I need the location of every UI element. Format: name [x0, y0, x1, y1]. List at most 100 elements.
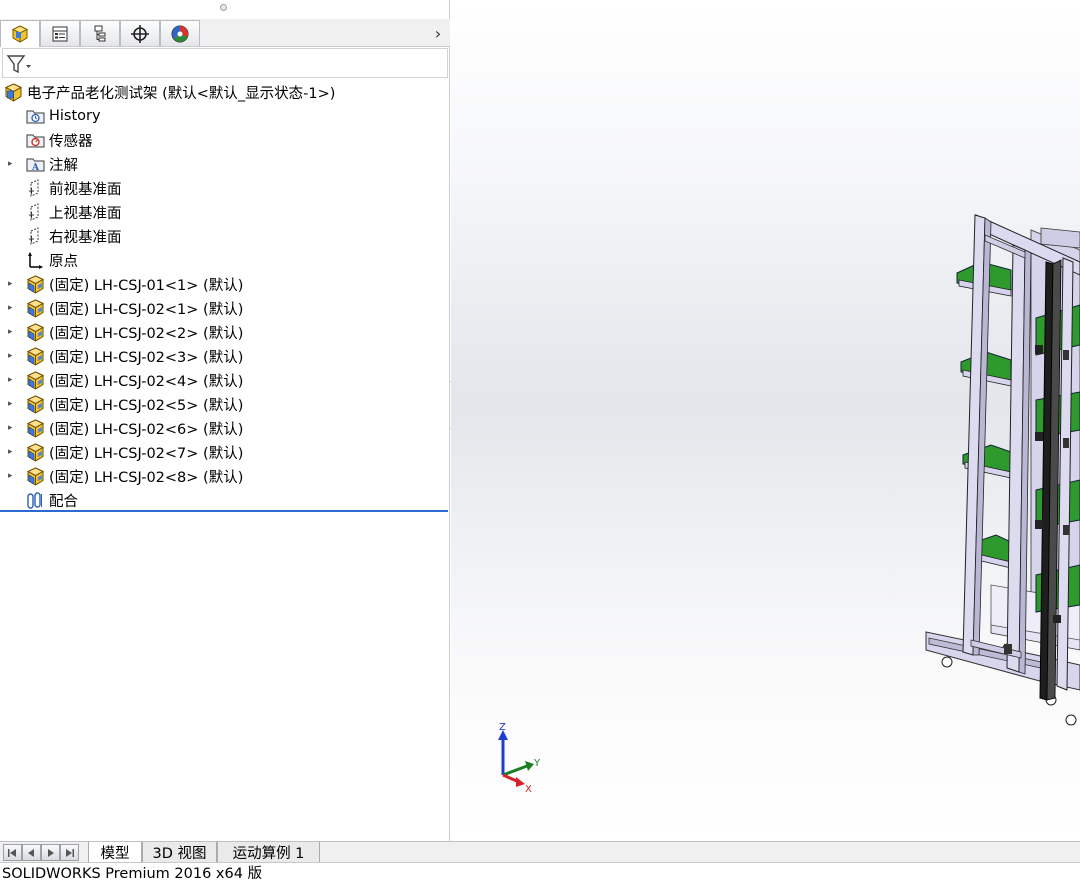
tree-node[interactable]: History [25, 104, 101, 128]
configuration-manager-icon [94, 25, 106, 41]
triad-y-label: Y [533, 758, 541, 769]
tree-node-label: (固定) LH-CSJ-02<4> (默认) [49, 373, 244, 390]
graphics-viewport[interactable]: Z Y X [451, 0, 1080, 841]
tab-motion-study-1[interactable]: 运动算例 1 [217, 842, 320, 863]
tab-dimxpert-manager[interactable] [120, 20, 160, 46]
expand-arrow-icon[interactable]: ▸ [8, 446, 18, 458]
tree-node-label: (固定) LH-CSJ-02<1> (默认) [49, 301, 244, 318]
svg-text:A: A [31, 163, 40, 173]
status-text: SOLIDWORKS Premium 2016 x64 版 [2, 866, 263, 882]
expand-arrow-icon[interactable]: ▸ [8, 158, 18, 170]
tree-node[interactable]: 上视基准面 [25, 200, 122, 224]
tree-node[interactable]: ▸ (固定) LH-CSJ-02<8> (默认) [8, 464, 244, 488]
prev-tab-button[interactable] [22, 844, 41, 861]
plane-icon [29, 226, 39, 245]
part-icon [26, 466, 45, 486]
feature-manager-icon [11, 25, 29, 43]
last-tab-button[interactable] [60, 844, 79, 861]
tree-node[interactable]: ▸ (固定) LH-CSJ-02<6> (默认) [8, 416, 244, 440]
part-icon [26, 346, 45, 366]
tree-node-label: (固定) LH-CSJ-02<3> (默认) [49, 349, 244, 366]
part-icon [26, 442, 45, 462]
last-icon [66, 848, 74, 857]
triad-x-label: X [525, 784, 532, 795]
tree-end-divider [0, 510, 448, 512]
tree-node[interactable]: 传感器 [25, 128, 93, 152]
next-icon [48, 848, 54, 857]
tab-feature-manager[interactable] [0, 20, 40, 47]
tree-node[interactable]: ▸ (固定) LH-CSJ-02<7> (默认) [8, 440, 244, 464]
tree-node-label: 配合 [49, 493, 78, 510]
feature-manager-panel: › 电子产品老化测试架 (默认<默认_显示状态-1>) History 传感器 ▸ A… [0, 0, 450, 841]
origin-icon [28, 251, 43, 269]
tree-node[interactable]: 配合 [25, 488, 78, 512]
plane-icon [29, 178, 39, 197]
part-icon [26, 370, 45, 390]
triad-y-axis [502, 764, 528, 777]
tree-root-label: 电子产品老化测试架 (默认<默认_显示状态-1>) [27, 85, 336, 102]
tree-node[interactable]: ▸ (固定) LH-CSJ-02<4> (默认) [8, 368, 244, 392]
tree-node-label: 注解 [49, 157, 78, 174]
tab-model[interactable]: 模型 [88, 842, 142, 863]
tree-node-label: 右视基准面 [49, 229, 122, 246]
tree-filter-bar[interactable] [2, 48, 448, 78]
tree-node[interactable]: 前视基准面 [25, 176, 122, 200]
tree-node[interactable]: ▸ (固定) LH-CSJ-02<5> (默认) [8, 392, 244, 416]
first-tab-button[interactable] [3, 844, 22, 861]
sensors-folder-icon [26, 134, 45, 147]
tree-node[interactable]: ▸ A 注解 [8, 152, 78, 176]
expand-arrow-icon[interactable]: ▸ [8, 350, 18, 362]
expand-arrow-icon[interactable]: ▸ [8, 374, 18, 386]
property-manager-icon [52, 26, 68, 41]
aging-test-rack-model[interactable] [451, 0, 1080, 841]
expand-arrow-icon[interactable]: ▸ [8, 278, 18, 290]
expand-arrow-icon[interactable]: ▸ [8, 470, 18, 482]
part-icon [26, 418, 45, 438]
expand-arrow-icon[interactable]: ▸ [8, 422, 18, 434]
tree-node-label: (固定) LH-CSJ-02<7> (默认) [49, 445, 244, 462]
tree-node[interactable]: 原点 [25, 248, 78, 272]
expand-arrow-icon[interactable]: ▸ [8, 398, 18, 410]
tab-3d-views[interactable]: 3D 视图 [142, 842, 217, 863]
prev-icon [28, 848, 34, 857]
next-tab-button[interactable] [41, 844, 60, 861]
assembly-icon [4, 82, 23, 102]
part-icon [26, 298, 45, 318]
tree-node[interactable]: ▸ (固定) LH-CSJ-02<2> (默认) [8, 320, 244, 344]
orientation-triad[interactable]: Z Y X [491, 720, 551, 795]
plane-icon [29, 202, 39, 221]
expand-arrow-icon[interactable]: ▸ [8, 302, 18, 314]
tree-node[interactable]: ▸ (固定) LH-CSJ-02<3> (默认) [8, 344, 244, 368]
tree-node-label: 传感器 [49, 133, 93, 150]
mates-icon [27, 491, 42, 509]
tree-node[interactable]: 右视基准面 [25, 224, 122, 248]
part-icon [26, 394, 45, 414]
tree-node-label: (固定) LH-CSJ-02<8> (默认) [49, 469, 244, 486]
tree-node[interactable]: ▸ (固定) LH-CSJ-02<1> (默认) [8, 296, 244, 320]
display-manager-icon [171, 25, 189, 42]
tab-configuration-manager[interactable] [80, 20, 120, 46]
annotations-folder-icon: A [26, 158, 45, 173]
history-folder-icon [26, 110, 45, 123]
chevron-right-icon[interactable]: › [430, 23, 446, 43]
tree-node-label: (固定) LH-CSJ-02<2> (默认) [49, 325, 244, 342]
part-icon [26, 322, 45, 342]
tab-property-manager[interactable] [40, 20, 80, 46]
tree-node[interactable]: ▸ (固定) LH-CSJ-01<1> (默认) [8, 272, 243, 296]
dimxpert-icon [131, 24, 149, 43]
status-bar: SOLIDWORKS Premium 2016 x64 版 [0, 862, 1080, 885]
filter-icon[interactable] [6, 53, 32, 75]
tree-root-assembly[interactable]: 电子产品老化测试架 (默认<默认_显示状态-1>) [3, 80, 335, 104]
tree-node-label: 前视基准面 [49, 181, 122, 198]
manager-tab-strip: › [0, 19, 450, 47]
tree-node-label: (固定) LH-CSJ-02<6> (默认) [49, 421, 244, 438]
bottom-tab-bar: 模型 3D 视图 运动算例 1 [0, 841, 1080, 863]
expand-arrow-icon[interactable]: ▸ [8, 326, 18, 338]
tree-node-label: 原点 [49, 253, 78, 270]
first-icon [8, 848, 16, 857]
tree-node-label: 上视基准面 [49, 205, 122, 222]
panel-resize-grip[interactable] [220, 4, 227, 11]
triad-x-arrow [516, 777, 525, 787]
tab-display-manager[interactable] [160, 20, 200, 46]
tree-node-label: (固定) LH-CSJ-02<5> (默认) [49, 397, 244, 414]
